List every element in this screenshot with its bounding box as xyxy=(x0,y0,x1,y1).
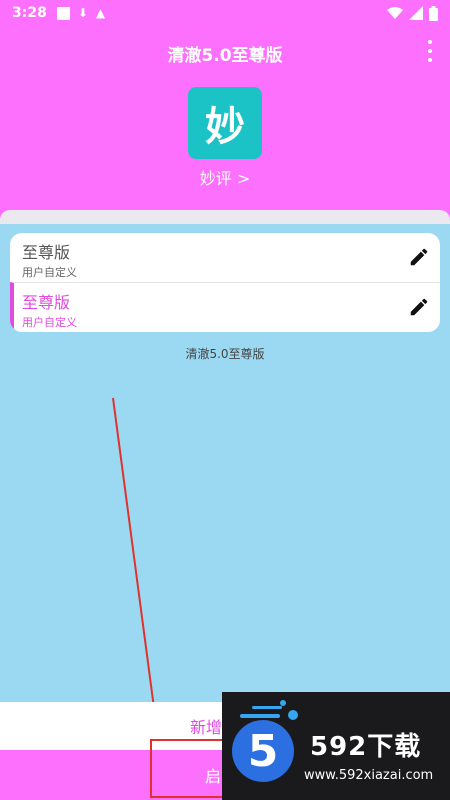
add-button-label: 新增 xyxy=(190,718,223,737)
page-title: 清澈5.0至尊版 xyxy=(167,46,283,66)
app-notification-icon: ▲ xyxy=(95,6,106,20)
config-item-selected[interactable]: 至尊版 用户自定义 xyxy=(10,282,440,331)
battery-icon xyxy=(429,5,438,21)
watermark-decoration xyxy=(240,714,280,718)
status-bar: 3:28 ⬇ ▲ xyxy=(0,0,450,26)
app-icon[interactable]: 妙 xyxy=(188,87,262,159)
config-subtitle: 用户自定义 xyxy=(22,266,77,279)
config-caption: 清澈5.0至尊版 xyxy=(185,347,265,361)
edit-icon[interactable] xyxy=(408,246,430,268)
config-list: 至尊版 用户自定义 至尊版 用户自定义 xyxy=(10,233,440,332)
notification-icon xyxy=(56,6,70,20)
config-item[interactable]: 至尊版 用户自定义 xyxy=(10,233,440,282)
watermark-digit: 5 xyxy=(247,725,279,777)
annotation-highlight-box xyxy=(150,739,230,798)
watermark-brand: 592下载 xyxy=(310,732,422,762)
more-menu-icon[interactable] xyxy=(426,40,434,62)
signal-icon xyxy=(409,6,423,20)
app-name-link[interactable]: 妙评 > xyxy=(0,165,450,189)
status-time: 3:28 xyxy=(12,5,47,21)
app-header: 清澈5.0至尊版 妙 妙评 > xyxy=(0,26,450,222)
download-icon: ⬇ xyxy=(77,6,88,20)
watermark-logo: 5 xyxy=(232,720,294,782)
watermark-decoration xyxy=(252,706,282,709)
edit-icon[interactable] xyxy=(408,296,430,318)
watermark: 5 592下载 www.592xiazai.com xyxy=(222,692,450,800)
config-name: 至尊版 xyxy=(22,293,71,312)
watermark-decoration xyxy=(288,710,298,720)
config-subtitle: 用户自定义 xyxy=(22,316,77,329)
divider-strip xyxy=(0,210,450,224)
watermark-decoration xyxy=(280,700,286,706)
config-name: 至尊版 xyxy=(22,243,71,262)
app-icon-glyph: 妙 xyxy=(205,104,245,150)
wifi-icon xyxy=(387,7,403,19)
watermark-url: www.592xiazai.com xyxy=(304,768,434,783)
